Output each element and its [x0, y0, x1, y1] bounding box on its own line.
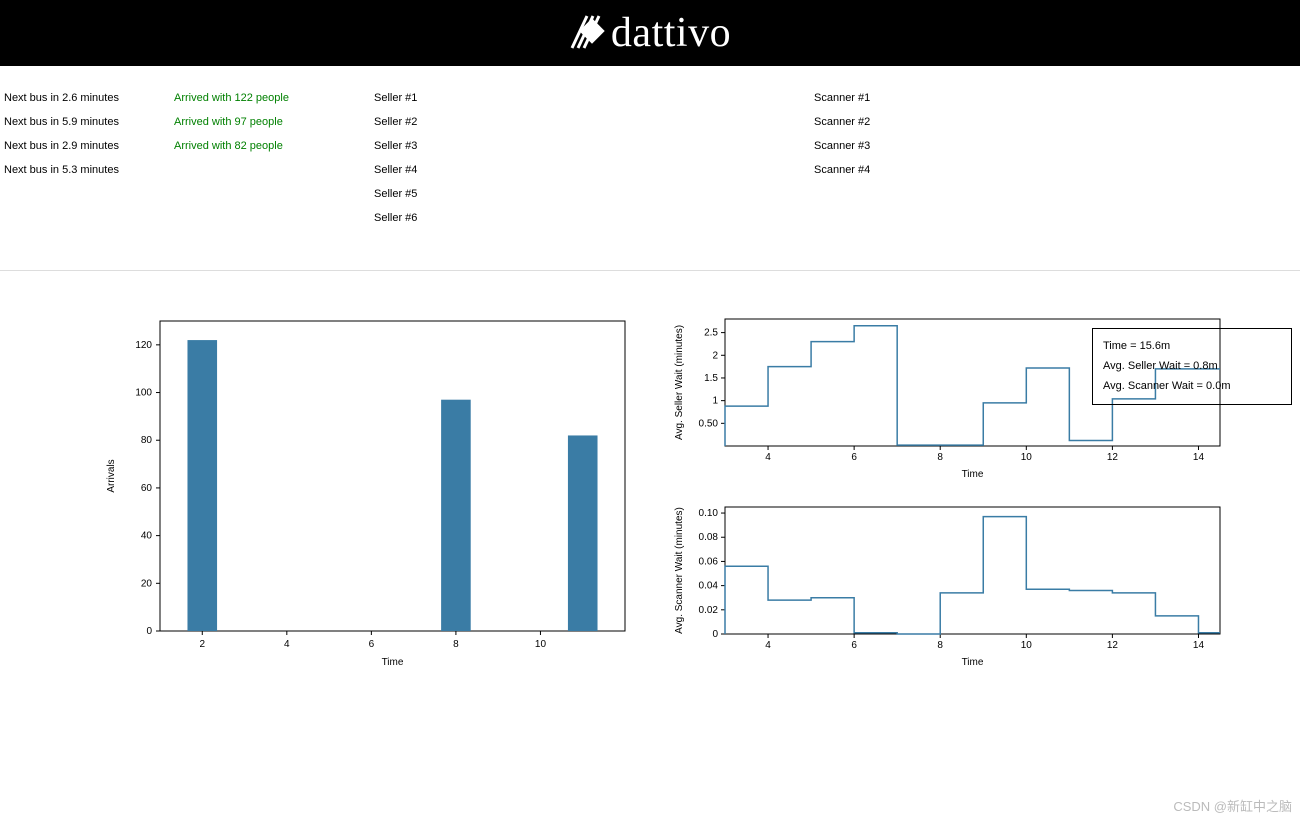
arrival-item: Arrived with 82 people [174, 134, 334, 158]
arrived-column: Arrived with 122 people Arrived with 97 … [174, 86, 334, 230]
svg-text:0: 0 [712, 629, 718, 640]
svg-text:8: 8 [937, 452, 943, 463]
svg-text:2: 2 [199, 639, 205, 650]
arrival-item: Arrived with 97 people [174, 110, 334, 134]
seller-item: Seller #6 [374, 206, 774, 230]
watermark: CSDN @新缸中之脑 [1173, 796, 1292, 815]
status-panel: Next bus in 2.6 minutes Next bus in 5.9 … [0, 66, 1300, 240]
bus-item: Next bus in 2.9 minutes [4, 134, 134, 158]
scanner-item: Scanner #3 [814, 134, 1014, 158]
sellers-column: Seller #1 Seller #2 Seller #3 Seller #4 … [374, 86, 774, 230]
svg-text:0.10: 0.10 [699, 508, 719, 519]
svg-text:8: 8 [453, 639, 459, 650]
svg-text:4: 4 [284, 639, 290, 650]
seller-item: Seller #1 [374, 86, 774, 110]
scanner-item: Scanner #1 [814, 86, 1014, 110]
svg-text:20: 20 [141, 578, 153, 589]
app-header: dattivo [0, 0, 1300, 66]
svg-text:0: 0 [146, 626, 152, 637]
svg-text:0.50: 0.50 [699, 418, 719, 429]
svg-text:2: 2 [712, 350, 718, 361]
seller-item: Seller #2 [374, 110, 774, 134]
svg-text:4: 4 [765, 452, 771, 463]
svg-text:60: 60 [141, 483, 153, 494]
scanner-item: Scanner #4 [814, 158, 1014, 182]
stat-scanner-wait: Avg. Scanner Wait = 0.0m [1103, 377, 1281, 397]
stats-box: Time = 15.6m Avg. Seller Wait = 0.8m Avg… [1092, 328, 1292, 405]
scanner-wait-line-chart: 4 6 8 10 12 14 0 0.02 0.04 0.06 0.08 0.10 Time Avg. S… [670, 499, 1240, 672]
svg-text:10: 10 [535, 639, 547, 650]
seller-item: Seller #3 [374, 134, 774, 158]
svg-text:4: 4 [765, 640, 771, 651]
bus-item: Next bus in 2.6 minutes [4, 86, 134, 110]
bus-queue-column: Next bus in 2.6 minutes Next bus in 5.9 … [4, 86, 134, 230]
stat-time: Time = 15.6m [1103, 337, 1281, 357]
arrival-item: Arrived with 122 people [174, 86, 334, 110]
svg-text:1: 1 [712, 396, 718, 407]
scanners-column: Scanner #1 Scanner #2 Scanner #3 Scanner… [814, 86, 1014, 230]
svg-text:12: 12 [1107, 640, 1119, 651]
svg-text:1.5: 1.5 [704, 373, 718, 384]
svg-text:6: 6 [851, 452, 857, 463]
svg-text:Time: Time [962, 657, 984, 668]
svg-text:12: 12 [1107, 452, 1119, 463]
svg-text:6: 6 [369, 639, 375, 650]
scanner-item: Scanner #2 [814, 110, 1014, 134]
bus-item: Next bus in 5.3 minutes [4, 158, 134, 182]
svg-text:0.08: 0.08 [699, 532, 719, 543]
svg-text:80: 80 [141, 435, 153, 446]
svg-text:14: 14 [1193, 640, 1205, 651]
svg-text:0.06: 0.06 [699, 556, 719, 567]
svg-text:Time: Time [382, 657, 404, 668]
svg-text:8: 8 [937, 640, 943, 651]
svg-text:10: 10 [1021, 640, 1033, 651]
stat-seller-wait: Avg. Seller Wait = 0.8m [1103, 357, 1281, 377]
svg-text:0.02: 0.02 [699, 605, 719, 616]
svg-text:Avg. Seller Wait (minutes): Avg. Seller Wait (minutes) [674, 325, 685, 440]
svg-text:100: 100 [135, 388, 152, 399]
svg-text:10: 10 [1021, 452, 1033, 463]
logo-icon [569, 10, 605, 56]
svg-text:40: 40 [141, 531, 153, 542]
brand-logo: dattivo [569, 9, 731, 57]
seller-item: Seller #4 [374, 158, 774, 182]
svg-text:14: 14 [1193, 452, 1205, 463]
seller-item: Seller #5 [374, 182, 774, 206]
svg-text:0.04: 0.04 [699, 581, 719, 592]
svg-text:Avg. Scanner Wait (minutes): Avg. Scanner Wait (minutes) [674, 507, 685, 634]
svg-text:120: 120 [135, 340, 152, 351]
svg-text:2.5: 2.5 [704, 328, 718, 339]
svg-text:6: 6 [851, 640, 857, 651]
svg-text:Arrivals: Arrivals [106, 459, 117, 492]
svg-text:Time: Time [962, 469, 984, 480]
arrivals-bar-chart: 246810020406080100120TimeArrivals [100, 311, 640, 674]
bus-item: Next bus in 5.9 minutes [4, 110, 134, 134]
brand-name: dattivo [611, 9, 731, 57]
